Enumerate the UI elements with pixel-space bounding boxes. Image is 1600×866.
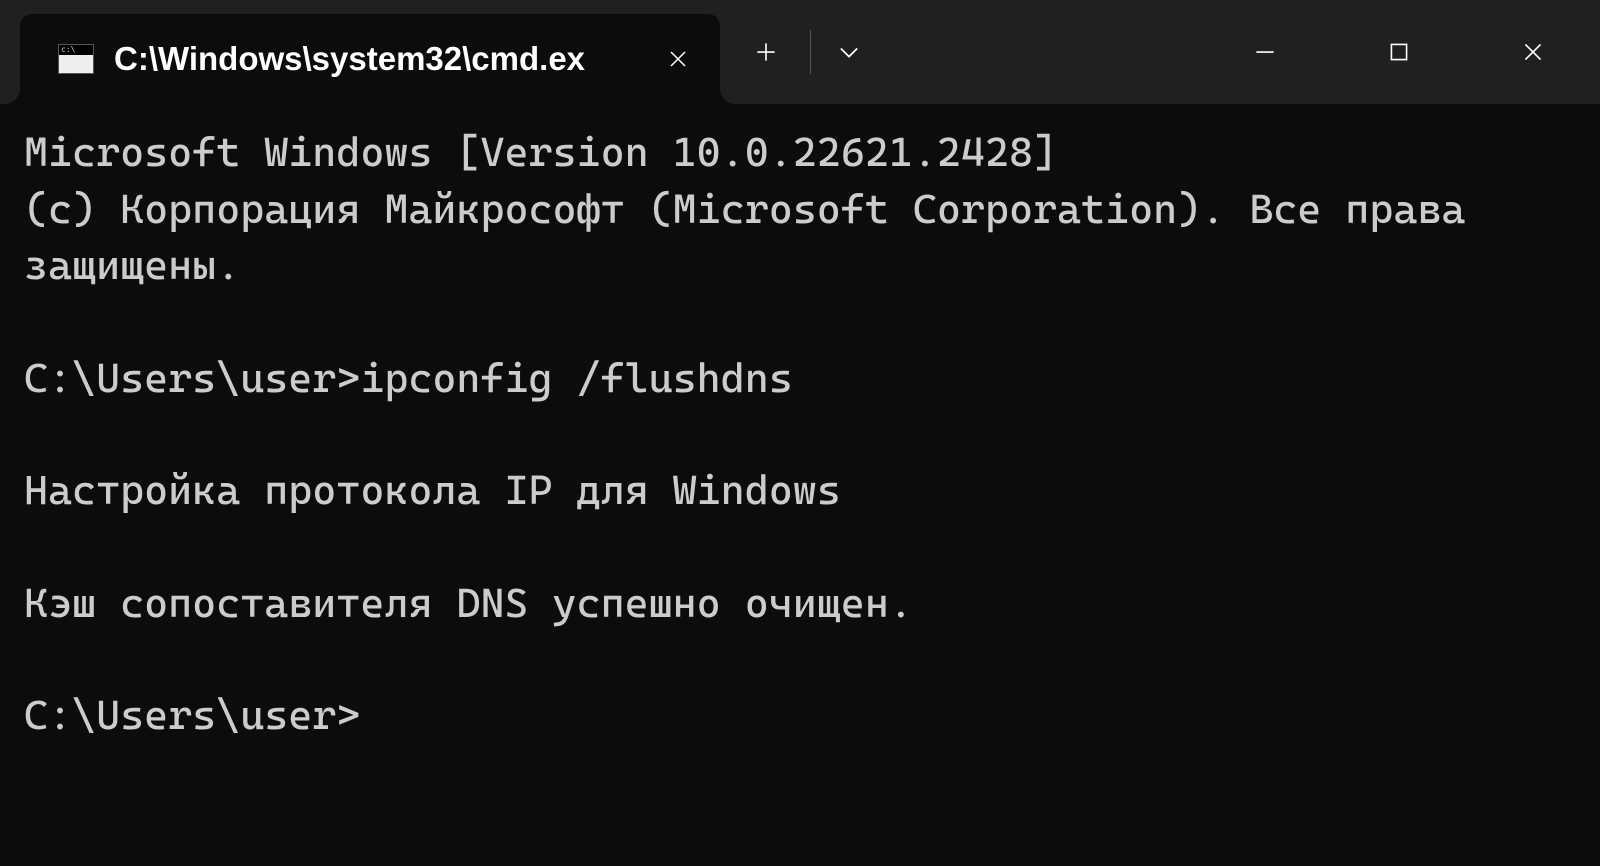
titlebar-actions xyxy=(720,0,879,104)
cmd-icon xyxy=(58,44,94,74)
close-icon xyxy=(666,47,690,71)
tab-dropdown-button[interactable] xyxy=(819,24,879,80)
tab-close-button[interactable] xyxy=(656,37,700,81)
output-line: (c) Корпорация Майкрософт (Microsoft Cor… xyxy=(24,181,1576,294)
output-line xyxy=(24,519,1576,575)
output-line: Microsoft Windows [Version 10.0.22621.24… xyxy=(24,124,1576,181)
maximize-button[interactable] xyxy=(1332,7,1466,97)
terminal-output[interactable]: Microsoft Windows [Version 10.0.22621.24… xyxy=(0,104,1600,866)
divider xyxy=(810,30,811,74)
output-line: C:\Users\user>ipconfig /flushdns xyxy=(24,350,1576,407)
output-line xyxy=(24,406,1576,462)
tab-title: C:\Windows\system32\cmd.ex xyxy=(114,40,636,78)
new-tab-button[interactable] xyxy=(730,24,802,80)
output-line xyxy=(24,631,1576,687)
maximize-icon xyxy=(1386,39,1412,65)
chevron-down-icon xyxy=(835,38,863,66)
minimize-button[interactable] xyxy=(1198,7,1332,97)
window-controls xyxy=(1198,0,1600,104)
output-line: Кэш сопоставителя DNS успешно очищен. xyxy=(24,575,1576,632)
prompt-line: C:\Users\user> xyxy=(24,687,1576,744)
active-tab[interactable]: C:\Windows\system32\cmd.ex xyxy=(20,14,720,104)
window-close-button[interactable] xyxy=(1466,7,1600,97)
close-icon xyxy=(1520,39,1546,65)
output-line: Настройка протокола IP для Windows xyxy=(24,462,1576,519)
plus-icon xyxy=(753,39,779,65)
output-line xyxy=(24,294,1576,350)
minimize-icon xyxy=(1252,39,1278,65)
titlebar[interactable]: C:\Windows\system32\cmd.ex xyxy=(0,0,1600,104)
terminal-window: C:\Windows\system32\cmd.ex xyxy=(0,0,1600,866)
